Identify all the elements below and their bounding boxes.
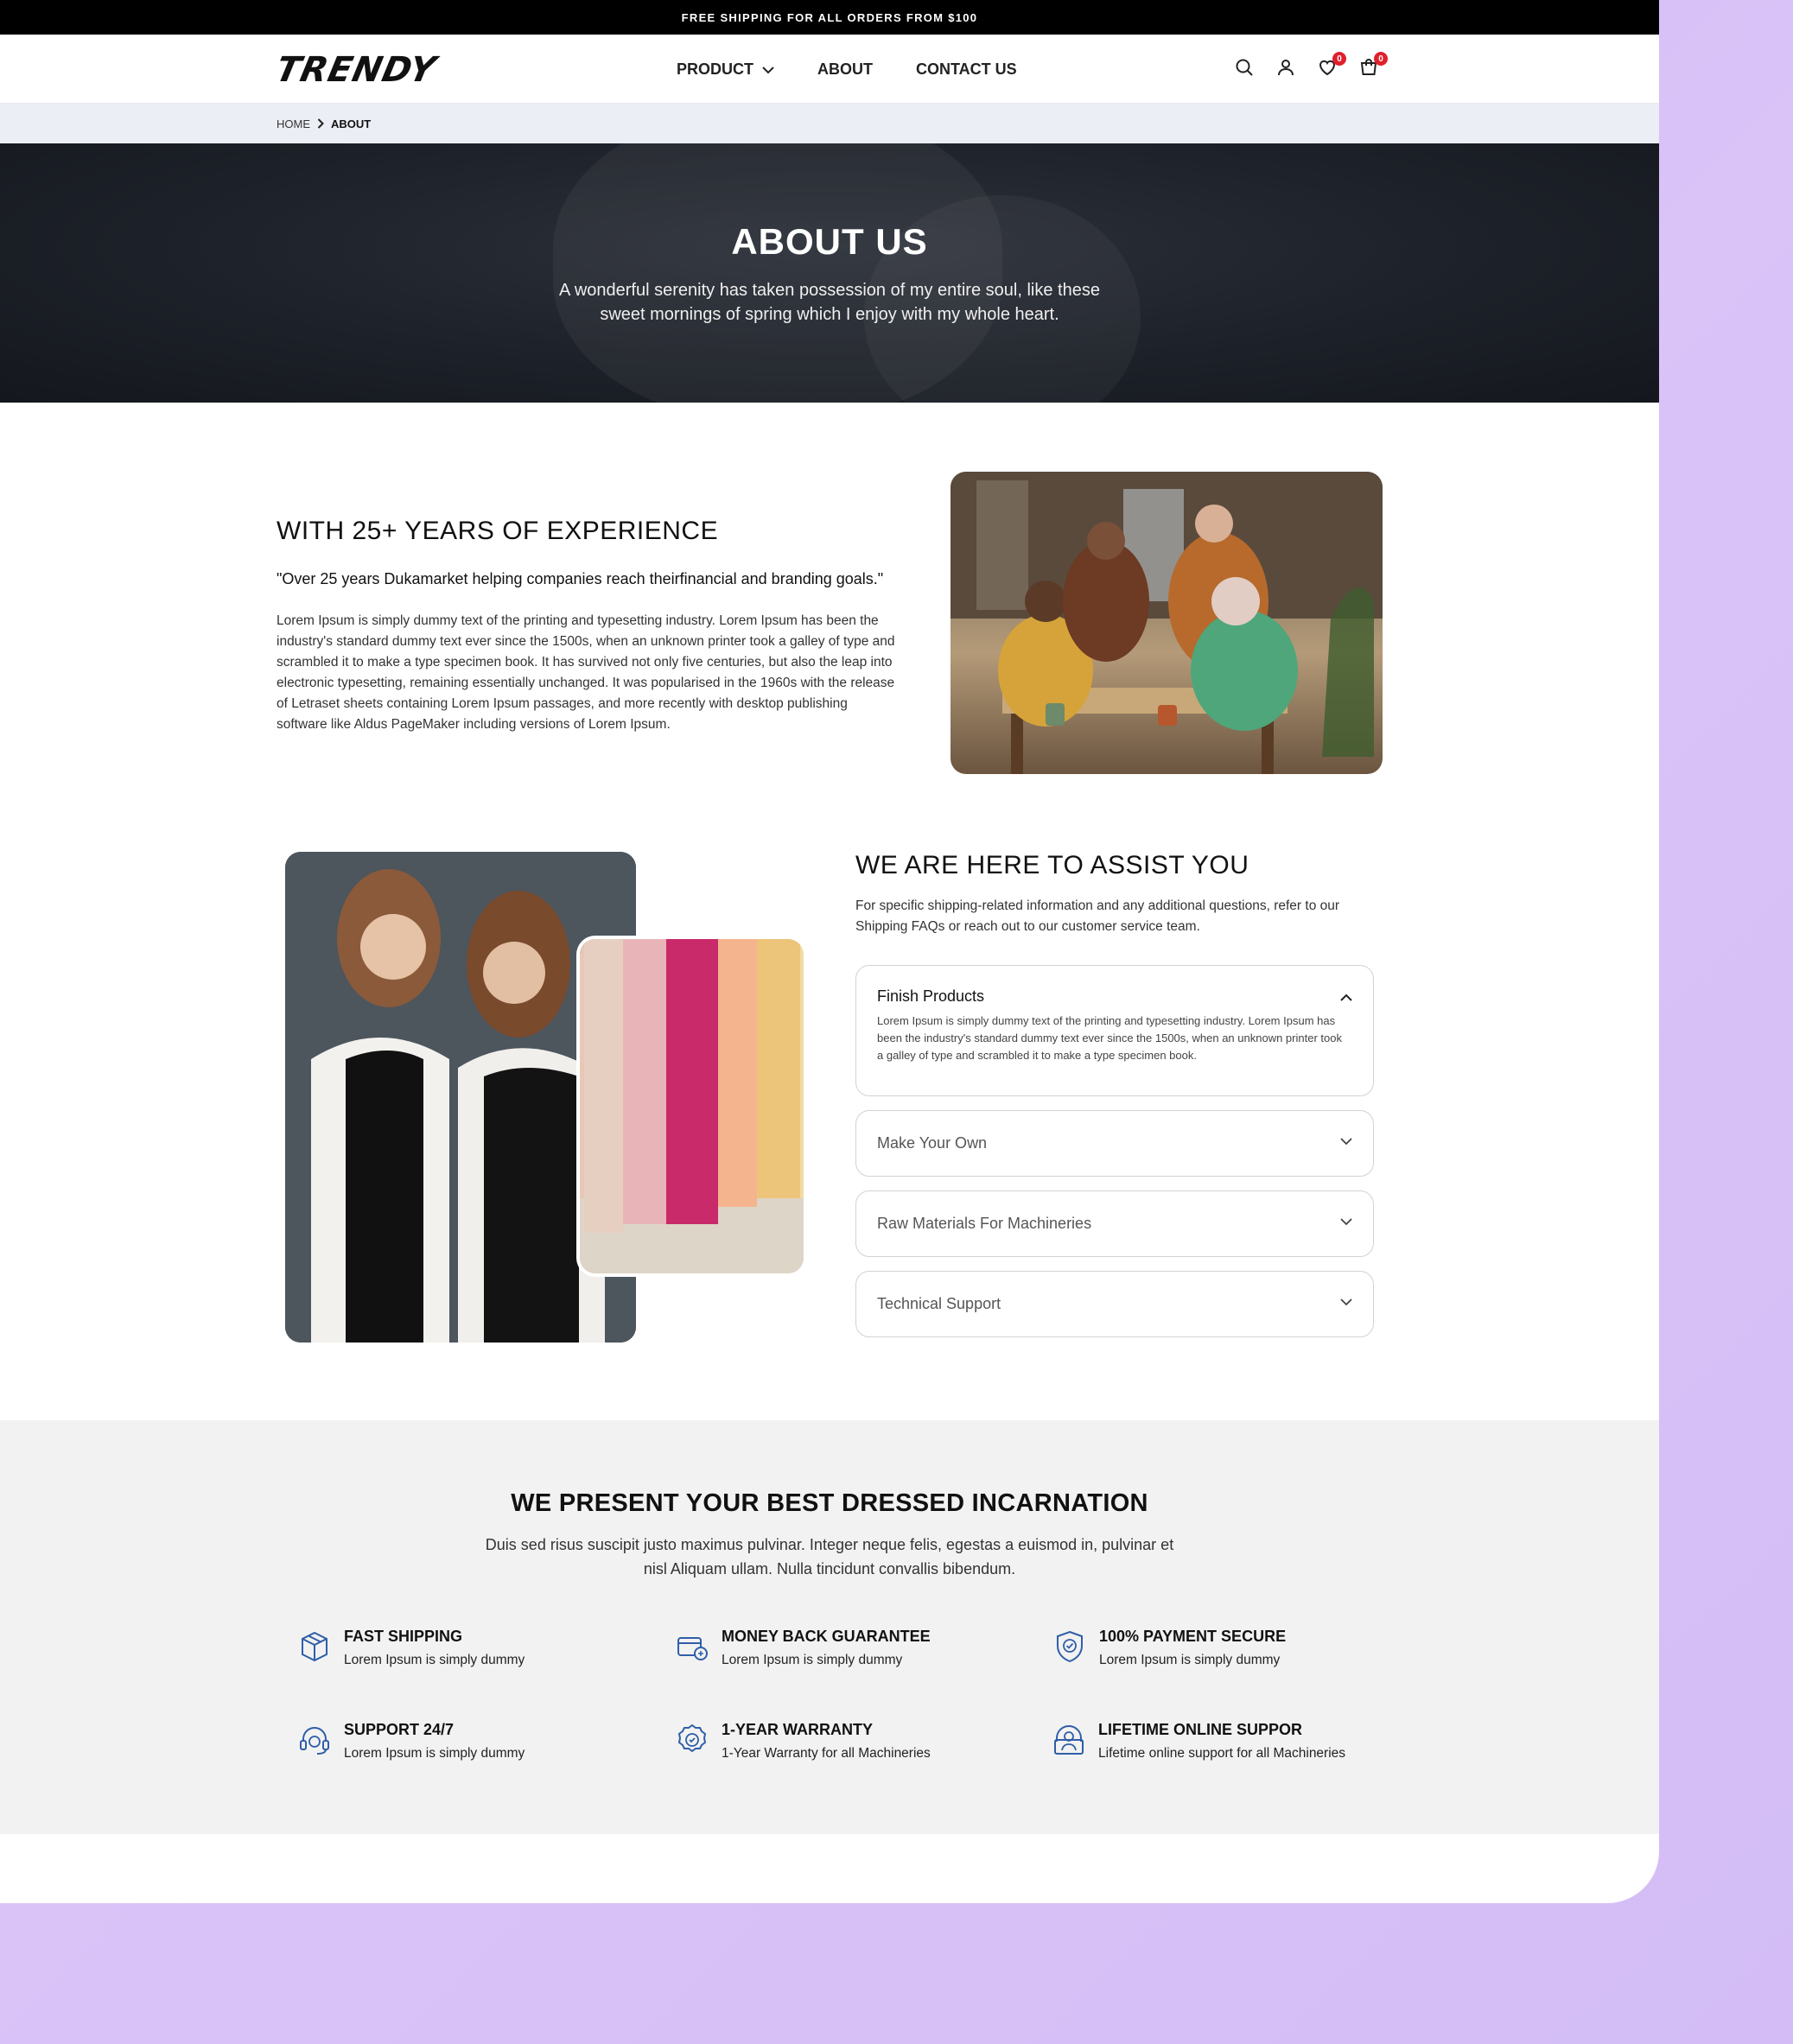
faq-title: Make Your Own <box>877 1134 988 1152</box>
feature-desc: Lorem Ipsum is simply dummy <box>722 1653 903 1667</box>
nav-contact-label: CONTACT US <box>916 60 1017 78</box>
feature-title: SUPPORT 24/7 <box>344 1721 455 1738</box>
announcement-bar: FREE SHIPPING FOR ALL ORDERS FROM $100 <box>0 0 1659 35</box>
chevron-down-icon <box>762 60 774 79</box>
experience-section: WITH 25+ YEARS OF EXPERIENCE "Over 25 ye… <box>277 517 899 735</box>
nav-product[interactable]: PRODUCT <box>677 60 774 79</box>
feature-money-back: MONEY BACK GUARANTEE Lorem Ipsum is simp… <box>675 1628 931 1668</box>
assist-text: For specific shipping-related informatio… <box>855 898 1340 934</box>
feature-desc: Lorem Ipsum is simply dummy <box>344 1653 525 1667</box>
search-button[interactable] <box>1224 48 1265 90</box>
header-icons: 0 0 <box>1224 35 1389 104</box>
team-meeting-photo <box>951 472 1383 774</box>
money-back-icon <box>675 1629 709 1664</box>
experience-quote: "Over 25 years Dukamarket helping compan… <box>277 570 884 587</box>
feature-support: SUPPORT 24/7 Lorem Ipsum is simply dummy <box>297 1721 525 1762</box>
page-title: ABOUT US <box>731 221 928 262</box>
chevron-right-icon <box>317 118 324 129</box>
online-support-icon <box>1052 1723 1086 1757</box>
nav-about-label: ABOUT <box>817 60 873 78</box>
assist-section: WE ARE HERE TO ASSIST YOU For specific s… <box>855 851 1374 937</box>
faq-item-raw-materials[interactable]: Raw Materials For Machineries <box>855 1190 1374 1257</box>
faq-title: Technical Support <box>877 1295 1001 1312</box>
assist-title: WE ARE HERE TO ASSIST YOU <box>855 851 1249 879</box>
user-icon <box>1275 57 1296 82</box>
feature-title: MONEY BACK GUARANTEE <box>722 1628 931 1645</box>
nav-contact[interactable]: CONTACT US <box>916 60 1017 79</box>
account-button[interactable] <box>1265 48 1307 90</box>
feature-title: 1-YEAR WARRANTY <box>722 1721 874 1738</box>
faq-answer: Lorem Ipsum is simply dummy text of the … <box>877 1014 1342 1062</box>
faq-item-technical-support[interactable]: Technical Support <box>855 1271 1374 1337</box>
chevron-down-icon[interactable] <box>1340 1295 1352 1311</box>
experience-body: Lorem Ipsum is simply dummy text of the … <box>277 613 895 732</box>
nav-about[interactable]: ABOUT <box>817 60 873 79</box>
feature-title: FAST SHIPPING <box>344 1628 463 1645</box>
logo[interactable]: TRENDY <box>272 50 440 90</box>
feature-title: 100% PAYMENT SECURE <box>1099 1628 1287 1645</box>
features-subtitle: Duis sed risus suscipit justo maximus pu… <box>485 1536 1174 1577</box>
site-header: TRENDY PRODUCT ABOUT CONTACT US 0 0 <box>0 35 1659 104</box>
chevron-down-icon[interactable] <box>1340 1215 1352 1230</box>
breadcrumb-current: ABOUT <box>331 117 372 130</box>
hero-text: A wonderful serenity has taken possessio… <box>559 281 1100 324</box>
page: FREE SHIPPING FOR ALL ORDERS FROM $100 T… <box>0 0 1659 1903</box>
fabric-swatches-photo <box>580 939 804 1273</box>
feature-desc: Lorem Ipsum is simply dummy <box>1099 1653 1281 1667</box>
feature-fast-shipping: FAST SHIPPING Lorem Ipsum is simply dumm… <box>297 1628 525 1668</box>
nav-product-label: PRODUCT <box>677 60 753 78</box>
breadcrumb-home[interactable]: HOME <box>277 117 310 130</box>
chevron-up-icon[interactable] <box>1340 990 1352 1006</box>
headset-icon <box>297 1723 332 1757</box>
cart-button[interactable]: 0 <box>1348 48 1389 90</box>
cart-count: 0 <box>1374 52 1388 66</box>
hero-banner: ABOUT US A wonderful serenity has taken … <box>0 143 1659 403</box>
warranty-badge-icon <box>675 1723 709 1757</box>
announcement-text: FREE SHIPPING FOR ALL ORDERS FROM $100 <box>681 10 978 24</box>
feature-desc: Lifetime online support for all Machiner… <box>1098 1746 1346 1761</box>
wishlist-button[interactable]: 0 <box>1307 48 1348 90</box>
features-title: WE PRESENT YOUR BEST DRESSED INCARNATION <box>511 1489 1148 1517</box>
feature-payment-secure: 100% PAYMENT SECURE Lorem Ipsum is simpl… <box>1052 1628 1286 1668</box>
breadcrumb: HOME ABOUT <box>0 104 1659 143</box>
features-section: WE PRESENT YOUR BEST DRESSED INCARNATION… <box>0 1420 1659 1834</box>
chevron-down-icon[interactable] <box>1340 1134 1352 1150</box>
faq-item-finish-products[interactable]: Finish Products Lorem Ipsum is simply du… <box>855 965 1374 1096</box>
main-nav: PRODUCT ABOUT CONTACT US <box>677 35 1060 104</box>
feature-desc: 1-Year Warranty for all Machineries <box>722 1746 931 1761</box>
box-icon <box>297 1629 332 1664</box>
search-icon <box>1234 57 1255 82</box>
experience-title: WITH 25+ YEARS OF EXPERIENCE <box>277 517 719 545</box>
feature-title: LIFETIME ONLINE SUPPOR <box>1098 1721 1303 1738</box>
wishlist-count: 0 <box>1332 52 1346 66</box>
shield-check-icon <box>1052 1629 1087 1664</box>
faq-title: Raw Materials For Machineries <box>877 1215 1092 1232</box>
feature-warranty: 1-YEAR WARRANTY 1-Year Warranty for all … <box>675 1721 931 1762</box>
feature-desc: Lorem Ipsum is simply dummy <box>344 1746 525 1761</box>
feature-lifetime-support: LIFETIME ONLINE SUPPOR Lifetime online s… <box>1052 1721 1345 1762</box>
faq-title: Finish Products <box>877 987 985 1005</box>
faq-item-make-your-own[interactable]: Make Your Own <box>855 1110 1374 1177</box>
